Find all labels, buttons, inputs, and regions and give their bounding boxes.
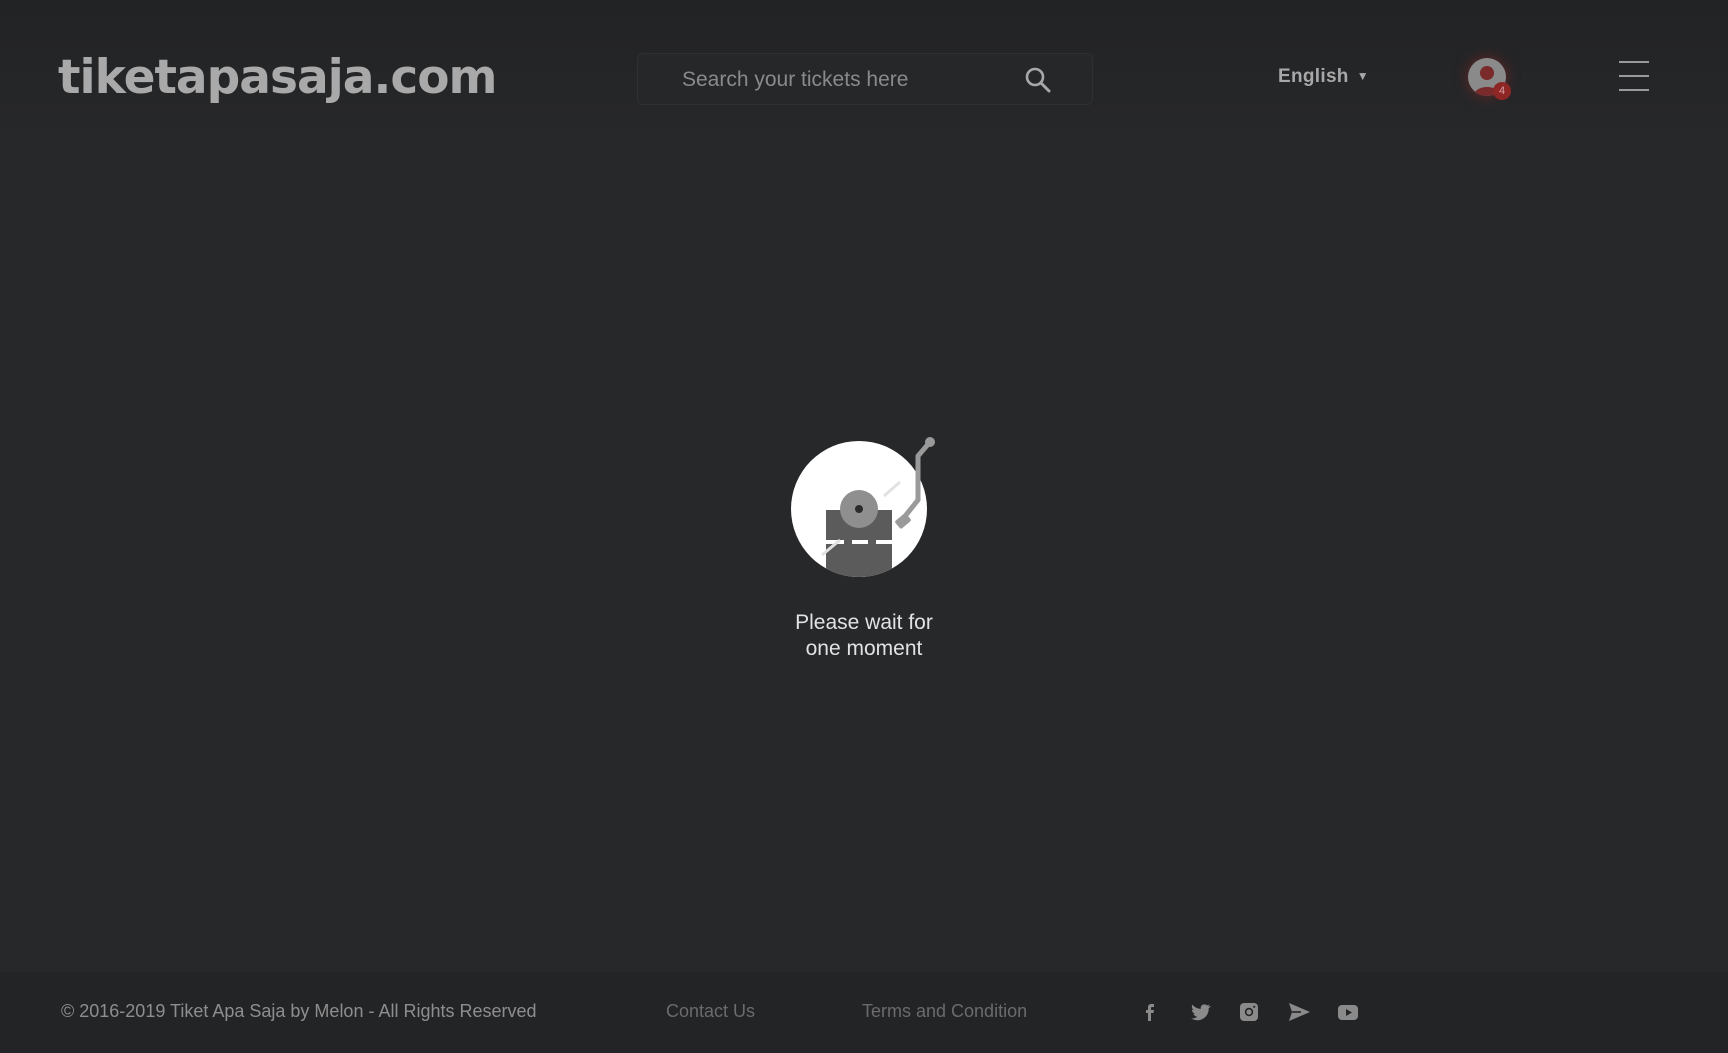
language-label: English — [1278, 66, 1349, 87]
notification-badge: 4 — [1493, 82, 1511, 100]
language-selector[interactable]: English ▼ — [1278, 66, 1369, 88]
instagram-icon[interactable] — [1237, 1000, 1261, 1024]
telegram-icon[interactable] — [1287, 1000, 1311, 1024]
user-account-button[interactable]: 4 — [1468, 58, 1511, 100]
facebook-icon[interactable] — [1137, 1000, 1161, 1024]
site-header: tiketapasaja.com English ▼ 4 — [0, 0, 1728, 150]
page: tiketapasaja.com English ▼ 4 — [0, 0, 1728, 1053]
contact-us-link[interactable]: Contact Us — [666, 1001, 755, 1022]
search-icon[interactable] — [1023, 65, 1053, 95]
chevron-down-icon: ▼ — [1356, 69, 1369, 83]
hamburger-menu-icon[interactable] — [1619, 61, 1649, 91]
search-input[interactable] — [680, 54, 1024, 106]
turntable-loading-icon — [791, 437, 935, 577]
site-footer: © 2016-2019 Tiket Apa Saja by Melon - Al… — [0, 972, 1728, 1053]
site-logo[interactable]: tiketapasaja.com — [58, 48, 497, 108]
youtube-icon[interactable] — [1336, 1000, 1360, 1024]
loading-message: Please wait for one moment — [795, 611, 933, 660]
copyright-text: © 2016-2019 Tiket Apa Saja by Melon - Al… — [61, 1001, 537, 1021]
search-bar — [637, 53, 1093, 106]
twitter-icon[interactable] — [1188, 1000, 1212, 1024]
terms-link[interactable]: Terms and Condition — [862, 1001, 1027, 1022]
